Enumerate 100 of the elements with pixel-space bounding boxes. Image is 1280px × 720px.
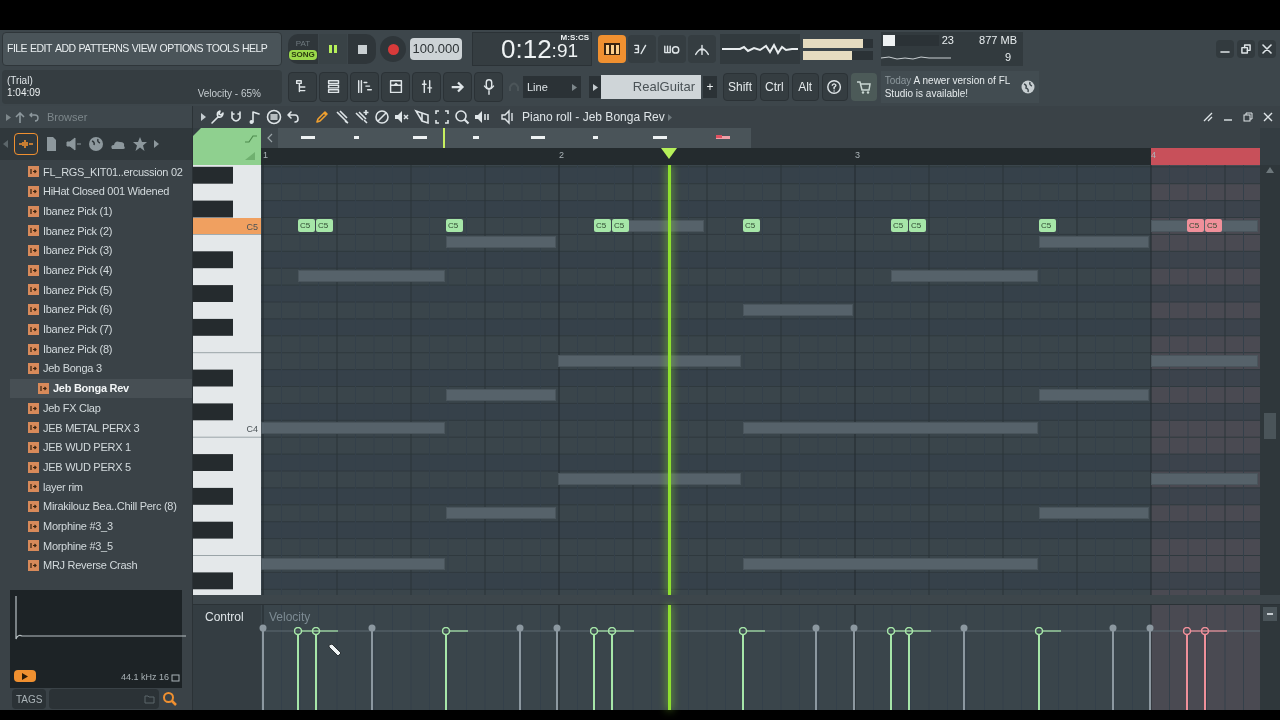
browser-item[interactable]: Jeb Bonga 3 — [0, 358, 192, 379]
tags-button[interactable]: TAGS — [12, 689, 47, 709]
star-icon[interactable] — [132, 136, 148, 152]
undo-icon[interactable] — [285, 109, 301, 125]
velocity-bar[interactable] — [1035, 627, 1061, 710]
modifier-key-button[interactable]: Ctrl — [760, 73, 789, 101]
browser-item[interactable]: layer rim — [0, 477, 192, 497]
close-button[interactable] — [1258, 40, 1276, 58]
velocity-bar[interactable] — [294, 627, 320, 710]
speaker-icon[interactable] — [66, 136, 82, 152]
menu-item[interactable]: FILE — [7, 41, 28, 57]
faders-button[interactable] — [412, 72, 441, 102]
browser-item[interactable]: Ibanez Pick (6) — [0, 299, 192, 320]
browser-item[interactable]: Mirakilouz Bea..Chill Perc (8) — [0, 496, 192, 517]
velocity-bar[interactable] — [1183, 627, 1209, 710]
speaker-icon[interactable] — [474, 109, 490, 125]
search-icon[interactable] — [162, 691, 179, 707]
close-icon[interactable] — [1262, 111, 1274, 123]
piano-roll-button[interactable] — [350, 72, 379, 102]
caret-up-icon[interactable] — [1266, 167, 1274, 173]
note[interactable]: C5 — [891, 219, 908, 232]
browser-item[interactable]: FL_RGS_KIT01..ercussion 02 — [0, 162, 192, 182]
note[interactable]: C5 — [909, 219, 926, 232]
playlist-button[interactable] — [288, 72, 317, 102]
minimize-button[interactable] — [1216, 40, 1234, 58]
browser-item[interactable]: Morphine #3_5 — [0, 536, 192, 556]
search-field[interactable] — [49, 689, 160, 709]
restore-icon[interactable] — [1242, 111, 1254, 123]
mute-icon[interactable] — [394, 109, 410, 125]
resize-icon[interactable] — [1202, 111, 1214, 123]
tempo-field[interactable]: 100.000 — [410, 38, 462, 60]
piano-keys-button[interactable] — [598, 35, 626, 63]
menu-item[interactable]: VIEW — [131, 41, 157, 57]
menu-item[interactable]: TOOLS — [206, 41, 239, 57]
menu-item[interactable]: EDIT — [30, 41, 52, 57]
browser-item[interactable]: Ibanez Pick (2) — [0, 221, 192, 241]
menu-item[interactable]: OPTIONS — [159, 41, 204, 57]
modifier-key-button[interactable]: Shift — [723, 73, 757, 101]
magnet-icon[interactable] — [228, 109, 244, 125]
arrow-right-button[interactable] — [443, 72, 472, 102]
browser-item[interactable]: JEB METAL PERX 3 — [0, 417, 192, 438]
loop-record-button[interactable] — [658, 35, 686, 63]
browser-item[interactable]: Ibanez Pick (1) — [0, 201, 192, 222]
browser-item[interactable]: Ibanez Pick (3) — [0, 240, 192, 261]
snap-dropdown[interactable]: Line — [523, 76, 581, 98]
browser-item[interactable]: HiHat Closed 001 Widened — [0, 181, 192, 202]
channel-rack-button[interactable] — [319, 72, 348, 102]
note[interactable]: C5 — [316, 219, 333, 232]
timeline-ruler[interactable]: 1 2 3 4 — [261, 148, 1260, 165]
preset-menu-button[interactable] — [589, 76, 601, 98]
browser-item[interactable]: Ibanez Pick (8) — [0, 339, 192, 359]
note[interactable]: C5 — [594, 219, 611, 232]
note[interactable]: C5 — [1187, 219, 1204, 232]
pencil-icon[interactable] — [314, 109, 330, 125]
mode-toggle[interactable]: SONG — [289, 49, 317, 60]
velocity-bar[interactable] — [608, 627, 634, 710]
browser-item[interactable]: Ibanez Pick (7) — [0, 319, 192, 340]
piano-keyboard-drawing[interactable] — [193, 165, 261, 595]
select-icon[interactable] — [434, 109, 450, 125]
modifier-key-button[interactable]: Alt — [791, 73, 819, 101]
mixer-button[interactable] — [381, 72, 410, 102]
browser-item[interactable]: JEB WUD PERX 5 — [0, 457, 192, 477]
note[interactable]: C5 — [1205, 219, 1222, 232]
menu-item[interactable]: ADD — [54, 41, 76, 57]
arrow-up-icon[interactable] — [15, 111, 25, 123]
pause-button[interactable] — [319, 34, 347, 64]
play-button[interactable] — [14, 670, 36, 682]
collapse-button[interactable] — [1263, 607, 1277, 621]
note[interactable]: C5 — [1039, 219, 1056, 232]
browser-item[interactable]: Jeb Bonga Rev — [10, 378, 192, 399]
add-button[interactable]: + — [703, 76, 717, 98]
undo-icon[interactable] — [29, 112, 39, 122]
browser-item[interactable]: JEB WUD PERX 1 — [0, 437, 192, 458]
note-icon[interactable] — [247, 109, 263, 125]
brush-icon[interactable] — [334, 109, 350, 125]
zoom-icon[interactable] — [454, 109, 470, 125]
stop-button[interactable] — [348, 34, 376, 64]
audio-filter-button[interactable] — [14, 133, 38, 155]
scrollbar-thumb[interactable] — [1264, 413, 1276, 439]
scrollbar-track[interactable] — [1260, 165, 1280, 595]
velocity-bar[interactable] — [905, 627, 931, 710]
scrollbar-track[interactable] — [1260, 605, 1280, 710]
velocity-bar[interactable] — [739, 627, 765, 710]
velocity-bar[interactable] — [442, 627, 468, 710]
menu-item[interactable]: HELP — [241, 41, 268, 57]
velocity-bar[interactable] — [590, 627, 616, 710]
menu-item[interactable]: PATTERNS — [78, 41, 129, 57]
shop-button[interactable] — [850, 73, 877, 101]
browser-item[interactable]: Jeb FX Clap — [0, 398, 192, 418]
note[interactable]: C5 — [743, 219, 760, 232]
velocity-bar[interactable] — [887, 627, 913, 710]
slice-icon[interactable] — [414, 109, 430, 125]
note[interactable]: C5 — [298, 219, 315, 232]
browser-item[interactable]: Ibanez Pick (5) — [0, 280, 192, 300]
help-button[interactable] — [821, 73, 848, 101]
step-button[interactable] — [628, 35, 656, 63]
globe-icon[interactable] — [88, 136, 104, 152]
note[interactable]: C5 — [446, 219, 463, 232]
note[interactable]: C5 — [612, 219, 629, 232]
prohibited-icon[interactable] — [374, 109, 390, 125]
